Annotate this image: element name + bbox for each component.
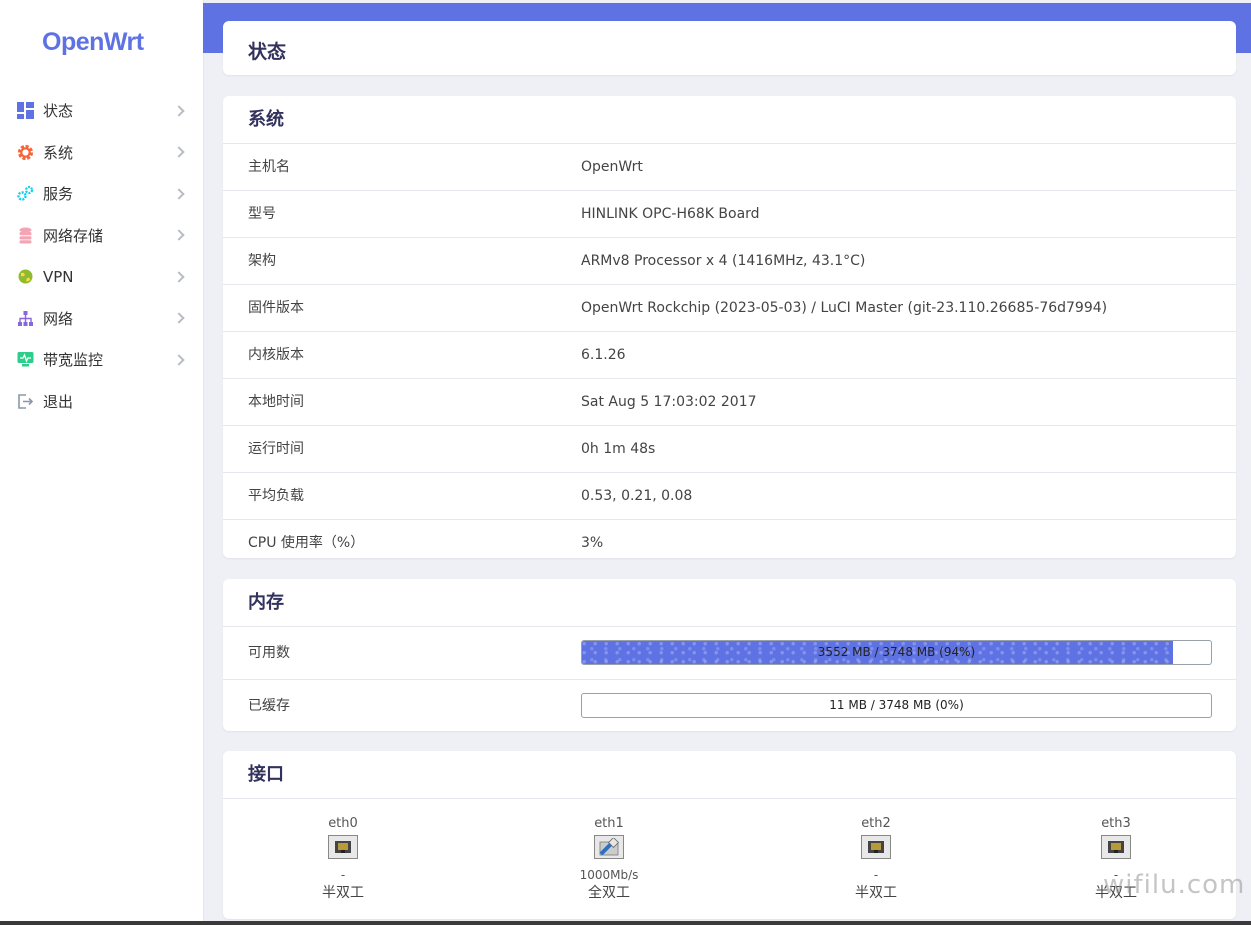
- sidebar-item-services[interactable]: 服务: [0, 173, 203, 215]
- sidebar-item-bandwidth[interactable]: 带宽监控: [0, 339, 203, 381]
- sidebar-item-logout[interactable]: 退出: [0, 381, 203, 423]
- table-row: CPU 使用率（%） 3%: [223, 520, 1236, 558]
- chevron-right-icon: [173, 105, 185, 117]
- port-name: eth3: [1101, 816, 1131, 831]
- bottom-strip: [0, 921, 1251, 925]
- memory-row-available: 可用数 3552 MB / 3748 MB (94%): [223, 627, 1236, 680]
- table-row: 运行时间 0h 1m 48s: [223, 426, 1236, 473]
- sidebar-item-label: 网络存储: [43, 226, 104, 245]
- sidebar-item-label: 服务: [43, 185, 74, 204]
- row-key: 主机名: [248, 159, 290, 175]
- chevron-right-icon: [173, 354, 185, 366]
- logout-icon: [16, 392, 34, 410]
- port-speed: 1000Mb/s: [579, 868, 639, 882]
- row-key: 本地时间: [248, 394, 304, 410]
- gear-icon: [16, 143, 34, 161]
- table-row: 型号 HINLINK OPC-H68K Board: [223, 191, 1236, 238]
- table-row: 平均负载 0.53, 0.21, 0.08: [223, 473, 1236, 520]
- sidebar-item-label: 系统: [43, 143, 74, 162]
- sidebar-item-nas[interactable]: 网络存储: [0, 215, 203, 257]
- page-title: 状态: [248, 41, 287, 63]
- port-speed: -: [873, 868, 879, 882]
- dashboard-icon: [16, 102, 34, 120]
- sidebar-item-vpn[interactable]: VPN: [0, 256, 203, 298]
- interfaces-card: 接口 eth0 - 半双工 eth1 1000Mb/s 全双工 eth2 - 半…: [223, 751, 1236, 919]
- sidebar-item-system[interactable]: 系统: [0, 132, 203, 174]
- system-table: 主机名 OpenWrt 型号 HINLINK OPC-H68K Board 架构 AR…: [223, 144, 1236, 558]
- row-value: 6.1.26: [581, 347, 626, 363]
- sidebar-item-label: VPN: [43, 267, 74, 286]
- row-key: 已缓存: [248, 698, 290, 714]
- port-eth1[interactable]: eth1 1000Mb/s 全双工: [549, 815, 669, 903]
- port-speed: -: [340, 868, 346, 882]
- row-key: 内核版本: [248, 347, 304, 363]
- sidebar-item-label: 退出: [43, 392, 74, 411]
- sidebar-item-status[interactable]: 状态: [0, 90, 203, 132]
- ethernet-port-icon: [328, 835, 358, 859]
- system-card-title: 系统: [223, 96, 1236, 144]
- openwrt-logo[interactable]: OpenWrt: [42, 28, 144, 57]
- page-title-card: 状态: [223, 21, 1236, 75]
- row-value: OpenWrt: [581, 159, 643, 175]
- chevron-right-icon: [173, 188, 185, 200]
- row-key: 型号: [248, 206, 276, 222]
- memory-card: 内存 可用数 3552 MB / 3748 MB (94%) 已缓存 11 MB…: [223, 579, 1236, 731]
- port-name: eth1: [594, 816, 624, 831]
- port-duplex: 半双工: [855, 885, 897, 901]
- database-icon: [16, 226, 34, 244]
- sidebar-item-label: 网络: [43, 309, 74, 328]
- system-card: 系统 主机名 OpenWrt 型号 HINLINK OPC-H68K Board 架…: [223, 96, 1236, 558]
- port-list: eth0 - 半双工 eth1 1000Mb/s 全双工 eth2 - 半双工 …: [223, 799, 1236, 919]
- port-eth0[interactable]: eth0 - 半双工: [283, 815, 403, 903]
- table-row: 主机名 OpenWrt: [223, 144, 1236, 191]
- progress-text: 11 MB / 3748 MB (0%): [829, 698, 964, 712]
- port-duplex: 半双工: [322, 885, 364, 901]
- watermark: wifilu.com: [1103, 870, 1246, 900]
- interfaces-card-title: 接口: [223, 751, 1236, 799]
- memory-available-progress: 3552 MB / 3748 MB (94%): [581, 640, 1212, 665]
- row-key: 架构: [248, 253, 276, 269]
- row-value: 0.53, 0.21, 0.08: [581, 488, 693, 504]
- memory-card-title: 内存: [223, 579, 1236, 627]
- sidebar: OpenWrt 状态 系统 服务 网络存储 VPN 网络 带宽监控 退出: [0, 0, 204, 921]
- row-key: 固件版本: [248, 300, 304, 316]
- row-value: ARMv8 Processor x 4 (1416MHz, 43.1°C): [581, 253, 866, 269]
- table-row: 固件版本 OpenWrt Rockchip (2023-05-03) / LuCI…: [223, 285, 1236, 332]
- table-row: 内核版本 6.1.26: [223, 332, 1236, 379]
- ethernet-port-icon: [861, 835, 891, 859]
- row-value: 3%: [581, 535, 604, 551]
- sitemap-icon: [16, 309, 34, 327]
- sidebar-item-label: 状态: [43, 102, 74, 121]
- row-key: 平均负载: [248, 488, 304, 504]
- row-key: 运行时间: [248, 441, 304, 457]
- table-row: 架构 ARMv8 Processor x 4 (1416MHz, 43.1°C): [223, 238, 1236, 285]
- chevron-right-icon: [173, 229, 185, 241]
- row-key: CPU 使用率（%）: [248, 535, 365, 551]
- row-value: 0h 1m 48s: [581, 441, 656, 457]
- ethernet-connected-icon: [594, 835, 624, 859]
- chevron-right-icon: [173, 271, 185, 283]
- port-name: eth2: [861, 816, 891, 831]
- row-value: OpenWrt Rockchip (2023-05-03) / LuCI Mas…: [581, 300, 1108, 316]
- chevron-right-icon: [173, 312, 185, 324]
- table-row: 本地时间 Sat Aug 5 17:03:02 2017: [223, 379, 1236, 426]
- cogs-icon: [16, 185, 34, 203]
- memory-row-cached: 已缓存 11 MB / 3748 MB (0%): [223, 680, 1236, 731]
- sidebar-nav: 状态 系统 服务 网络存储 VPN 网络 带宽监控 退出: [0, 90, 203, 422]
- row-value: HINLINK OPC-H68K Board: [581, 206, 760, 222]
- sidebar-item-network[interactable]: 网络: [0, 298, 203, 340]
- port-duplex: 全双工: [588, 885, 630, 901]
- globe-icon: [16, 268, 34, 286]
- memory-cached-progress: 11 MB / 3748 MB (0%): [581, 693, 1212, 718]
- row-key: 可用数: [248, 645, 290, 661]
- monitor-icon: [16, 351, 34, 369]
- sidebar-item-label: 带宽监控: [43, 351, 104, 370]
- row-value: Sat Aug 5 17:03:02 2017: [581, 394, 757, 410]
- port-name: eth0: [328, 816, 358, 831]
- chevron-right-icon: [173, 146, 185, 158]
- port-eth2[interactable]: eth2 - 半双工: [816, 815, 936, 903]
- progress-text: 3552 MB / 3748 MB (94%): [817, 645, 976, 659]
- ethernet-port-icon: [1101, 835, 1131, 859]
